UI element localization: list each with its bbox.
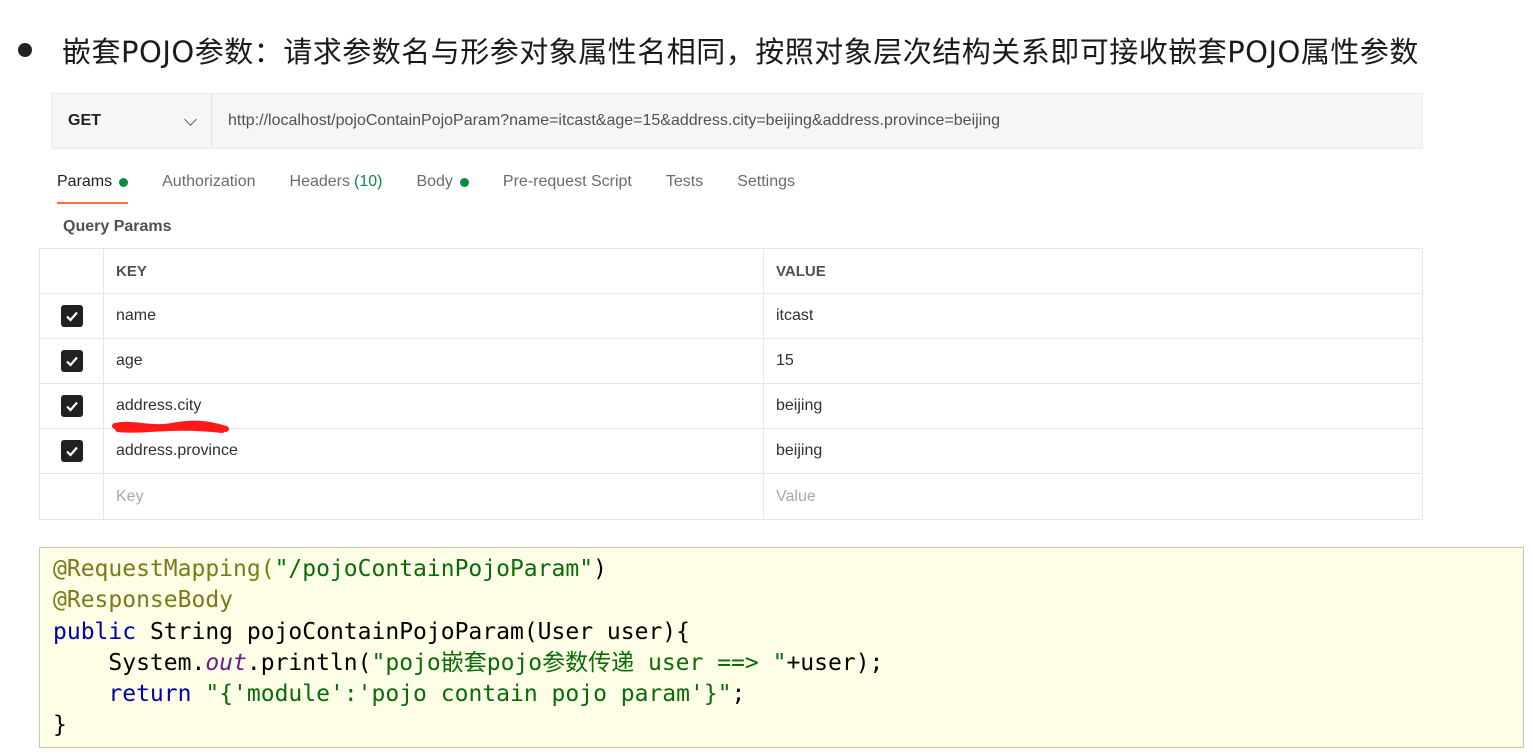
param-key[interactable]: age xyxy=(104,339,764,383)
new-key-input[interactable]: Key xyxy=(104,474,764,519)
headers-count-badge: (10) xyxy=(354,173,383,190)
method-label: GET xyxy=(68,112,101,129)
request-bar: GET http://localhost/pojoContainPojoPara… xyxy=(51,93,1423,149)
check-icon xyxy=(65,311,78,322)
string-literal: "/pojoContainPojoParam" xyxy=(274,556,594,582)
string-literal: "pojo嵌套pojo参数传递 user ==> " xyxy=(371,649,787,676)
header-check-cell xyxy=(40,249,104,293)
table-row: address.province beijing xyxy=(40,429,1422,474)
tab-body-label: Body xyxy=(416,173,453,190)
slide-heading: 嵌套POJO参数：请求参数名与形参对象属性名相同，按照对象层次结构关系即可接收嵌… xyxy=(14,22,1419,78)
code-line: @ResponseBody xyxy=(53,585,1523,616)
column-header-key: KEY xyxy=(104,249,764,293)
tab-headers-label: Headers xyxy=(289,173,350,190)
annotation-text: @RequestMapping( xyxy=(53,556,275,582)
tab-headers[interactable]: Headers (10) xyxy=(290,170,383,194)
params-dot-icon xyxy=(119,177,129,187)
tab-settings-label: Settings xyxy=(737,173,796,190)
param-value[interactable]: itcast xyxy=(764,294,1422,338)
code-line: } xyxy=(53,710,1523,741)
tab-settings[interactable]: Settings xyxy=(737,170,795,194)
tab-body[interactable]: Body xyxy=(416,170,469,194)
postman-panel: GET http://localhost/pojoContainPojoPara… xyxy=(39,82,1423,522)
check-cell xyxy=(40,384,104,428)
tab-params-label: Params xyxy=(57,173,113,190)
param-key[interactable]: address.city xyxy=(116,397,201,415)
code-text: ) xyxy=(593,556,607,582)
code-line: System.out.println("pojo嵌套pojo参数传递 user … xyxy=(53,648,1523,679)
code-line: @RequestMapping("/pojoContainPojoParam") xyxy=(53,554,1523,585)
param-value[interactable]: beijing xyxy=(764,384,1422,428)
table-row: address.city beijing xyxy=(40,384,1422,433)
tab-params[interactable]: Params xyxy=(57,170,129,204)
code-line: return "{'module':'pojo contain pojo par… xyxy=(53,679,1523,710)
tab-pre-request-script[interactable]: Pre-request Script xyxy=(503,170,632,194)
column-header-value: VALUE xyxy=(776,262,826,280)
param-key-cell: address.city xyxy=(104,384,764,433)
check-icon xyxy=(65,356,78,367)
check-cell xyxy=(40,429,104,473)
tab-tests-label: Tests xyxy=(665,173,704,190)
check-cell xyxy=(40,294,104,338)
method-select[interactable]: GET xyxy=(52,94,212,148)
chevron-down-icon xyxy=(184,112,197,126)
keyword: return xyxy=(108,681,192,708)
param-key[interactable]: address.province xyxy=(104,429,764,473)
annotation-text: @ResponseBody xyxy=(53,587,234,614)
check-cell xyxy=(40,339,104,383)
tab-authorization[interactable]: Authorization xyxy=(162,170,255,194)
tab-pre-request-label: Pre-request Script xyxy=(502,173,632,190)
check-cell xyxy=(40,474,104,519)
new-value-input[interactable]: Value xyxy=(764,474,1422,519)
check-icon xyxy=(65,446,78,457)
code-line: public String pojoContainPojoParam(User … xyxy=(53,617,1523,648)
bullet-icon xyxy=(18,43,32,57)
checkbox-checked[interactable] xyxy=(60,395,83,417)
table-row-empty: Key Value xyxy=(40,474,1422,519)
request-tabs: Params Authorization Headers (10) Body P… xyxy=(57,170,829,206)
string-literal: "{'module':'pojo contain pojo param'}" xyxy=(205,681,732,708)
table-header-row: KEY VALUE xyxy=(40,249,1422,294)
table-row: age 15 xyxy=(40,339,1422,384)
checkbox-checked[interactable] xyxy=(60,350,83,372)
heading-text: 嵌套POJO参数：请求参数名与形参对象属性名相同，按照对象层次结构关系即可接收嵌… xyxy=(62,35,1419,69)
code-text: String pojoContainPojoParam(User user){ xyxy=(136,618,690,645)
code-text: ; xyxy=(731,681,746,708)
tab-tests[interactable]: Tests xyxy=(666,170,703,194)
code-text: System. xyxy=(53,649,206,676)
static-field: out xyxy=(205,649,247,676)
code-text: } xyxy=(53,712,67,739)
code-block: @RequestMapping("/pojoContainPojoParam")… xyxy=(39,547,1524,748)
param-value[interactable]: beijing xyxy=(764,429,1422,473)
table-row: name itcast xyxy=(40,294,1422,339)
params-table: KEY VALUE name itcast age 15 address.cit… xyxy=(39,248,1423,520)
checkbox-checked[interactable] xyxy=(60,305,83,327)
param-value[interactable]: 15 xyxy=(764,339,1422,383)
tab-authorization-label: Authorization xyxy=(162,173,256,190)
param-key[interactable]: name xyxy=(104,294,764,338)
code-text: .println( xyxy=(246,649,372,676)
body-dot-icon xyxy=(459,177,469,187)
checkbox-checked[interactable] xyxy=(60,440,83,462)
query-params-title: Query Params xyxy=(63,218,172,235)
keyword: public xyxy=(53,618,137,645)
check-icon xyxy=(65,401,78,412)
url-input[interactable]: http://localhost/pojoContainPojoParam?na… xyxy=(212,112,1000,130)
code-text: +user); xyxy=(786,649,884,676)
